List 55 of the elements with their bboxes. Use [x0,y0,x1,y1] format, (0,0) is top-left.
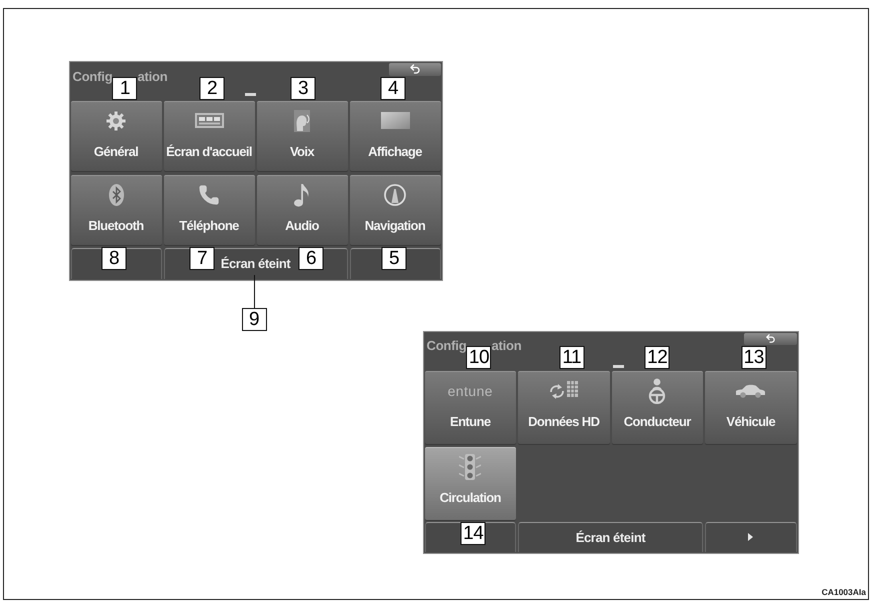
callout-number: 1 [112,76,138,100]
figure-code: CA1003AIa [822,587,866,597]
speaking-head-icon [294,110,310,132]
back-button[interactable] [388,62,440,76]
settings-tile-button[interactable]: Navigation [350,174,440,246]
road-circle-icon [384,184,406,206]
settings-tile-button[interactable]: Affichage [350,100,440,172]
screen-off-button[interactable]: Écran éteint [518,522,703,552]
settings-tile-button[interactable]: Téléphone [164,174,254,246]
refresh-grid-icon [548,380,580,401]
callout-number: 12 [644,346,670,368]
settings-tile-button[interactable]: Conducteur [612,370,703,444]
settings-tile-button[interactable]: Bluetooth [70,174,162,246]
callout-number: 7 [190,246,214,270]
callout-number: 13 [741,346,766,368]
callout-number: 4 [380,76,406,100]
screen-title: ation [491,338,522,352]
callout-number: 11 [559,346,584,368]
caret-right-icon [748,533,754,541]
back-button[interactable] [744,332,796,344]
callout-number: 10 [466,346,492,368]
screen-title: Config [72,68,112,84]
leader-line [254,274,255,308]
settings-tile-button[interactable]: Données HD [518,370,610,444]
next-page-button[interactable] [705,522,796,552]
callout-number: 2 [200,76,224,100]
settings-tile-button[interactable]: Circulation [424,446,516,520]
page-indicator-icon [244,92,256,96]
callout-number: 14 [460,522,486,544]
gear-icon [105,110,127,130]
bluetooth-icon [108,184,124,206]
callout-number: 6 [298,246,324,270]
callout-number: 3 [290,76,316,100]
music-note-icon [294,182,310,206]
settings-tile-button[interactable]: entune Entune [424,370,516,444]
callout-number: 9 [242,308,266,330]
traffic-light-icon [459,454,482,480]
car-icon [735,384,766,398]
settings-tile-button[interactable]: Audio [256,174,348,246]
settings-tile-button[interactable]: Général [70,100,162,172]
display-icon [380,112,410,129]
settings-tile-button[interactable]: Écran d'accueil [164,100,254,172]
callout-number: 8 [102,246,126,270]
return-arrow-icon [408,63,420,75]
page-indicator-icon [612,364,624,368]
screen-title: Config [426,338,466,352]
callout-number: 5 [382,246,406,270]
settings-tile-button[interactable]: Véhicule [705,370,796,444]
settings-tile-button[interactable]: Voix [256,100,348,172]
return-arrow-icon [764,333,776,344]
screen-title: ation [137,68,168,84]
logo-text: entune [448,382,493,398]
screen-layout-icon [194,113,224,128]
phone-icon [198,184,220,206]
driver-wheel-icon [647,378,668,404]
